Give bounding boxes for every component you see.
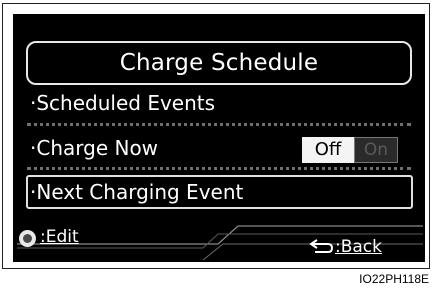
edit-hint[interactable]: :Edit xyxy=(40,227,79,247)
footer-bar: :Edit :Back xyxy=(13,222,425,262)
item-divider xyxy=(27,167,411,170)
back-button[interactable]: :Back xyxy=(335,237,382,257)
item-divider xyxy=(27,123,411,126)
display-screen: Charge Schedule ·Scheduled Events ·Charg… xyxy=(13,14,425,262)
toggle-on-option[interactable]: On xyxy=(354,137,398,163)
figure-frame: Charge Schedule ·Scheduled Events ·Charg… xyxy=(2,3,430,269)
scheduled-events-item[interactable]: ·Scheduled Events xyxy=(30,91,215,115)
edit-label: :Edit xyxy=(40,227,79,247)
figure-code: IO22PH118E xyxy=(359,272,429,286)
back-label: :Back xyxy=(335,237,382,257)
next-charging-event-item[interactable]: ·Next Charging Event xyxy=(30,180,243,204)
charge-now-item[interactable]: ·Charge Now xyxy=(30,136,158,160)
charge-now-toggle[interactable]: Off On xyxy=(302,137,398,163)
toggle-off-option[interactable]: Off xyxy=(302,137,354,163)
control-knob-icon xyxy=(19,230,36,247)
return-arrow-icon xyxy=(309,239,334,253)
page-title: Charge Schedule xyxy=(26,41,412,85)
